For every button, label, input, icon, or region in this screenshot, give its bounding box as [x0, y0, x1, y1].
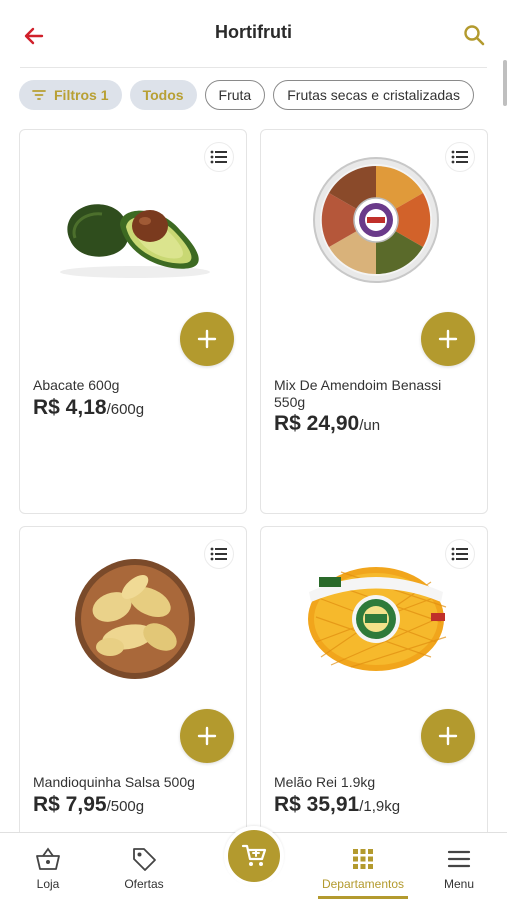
nav-label-ofertas: Ofertas	[124, 877, 164, 891]
plus-icon	[438, 329, 458, 349]
add-to-cart-button[interactable]	[180, 709, 234, 763]
chip-filters[interactable]: Filtros 1	[19, 80, 122, 110]
product-name[interactable]: Melão Rei 1.9kg	[274, 774, 469, 791]
product-unit: /600g	[106, 401, 145, 418]
product-price-row: R$ 4,18/600g	[33, 396, 144, 420]
product-price: R$ 4,18	[33, 396, 107, 419]
product-name[interactable]: Mandioquinha Salsa 500g	[33, 774, 228, 791]
add-to-cart-button[interactable]	[421, 312, 475, 366]
app-header: Hortifruti	[0, 0, 507, 68]
product-image-peanut-mix[interactable]	[291, 150, 461, 290]
product-card[interactable]: Mandioquinha Salsa 500g R$ 7,95/500g	[19, 526, 247, 846]
nav-item-menu[interactable]: Menu	[414, 845, 504, 891]
product-unit: /un	[359, 417, 381, 434]
product-price: R$ 35,91	[274, 793, 360, 816]
nav-item-loja[interactable]: Loja	[3, 845, 93, 891]
add-to-cart-button[interactable]	[180, 312, 234, 366]
cart-icon	[241, 844, 267, 866]
nav-label-departamentos: Departamentos	[321, 877, 405, 891]
menu-icon	[414, 845, 504, 873]
product-name[interactable]: Abacate 600g	[33, 377, 228, 394]
chip-fruta[interactable]: Fruta	[204, 80, 266, 110]
nav-label-loja: Loja	[36, 877, 60, 891]
product-card[interactable]: Melão Rei 1.9kg R$ 35,91/1,9kg	[260, 526, 488, 846]
chip-filters-count: 1	[100, 87, 109, 103]
plus-icon	[197, 329, 217, 349]
product-price: R$ 7,95	[33, 793, 107, 816]
active-indicator	[318, 896, 408, 899]
grid-icon	[318, 845, 408, 873]
filter-chips: Filtros 1 Todos Fruta Frutas secas e crist…	[19, 80, 507, 112]
header-divider	[20, 67, 487, 68]
nav-label-menu: Menu	[443, 877, 475, 891]
arrow-left-icon	[24, 27, 44, 45]
cart-button[interactable]	[224, 826, 284, 886]
product-image-melon[interactable]	[291, 547, 461, 687]
add-to-cart-button[interactable]	[421, 709, 475, 763]
chip-todos[interactable]: Todos	[129, 80, 197, 110]
product-price-row: R$ 35,91/1,9kg	[274, 793, 400, 817]
product-price-row: R$ 7,95/500g	[33, 793, 144, 817]
plus-icon	[197, 726, 217, 746]
product-price-row: R$ 24,90/un	[274, 412, 380, 436]
product-name[interactable]: Mix De Amendoim Benassi 550g	[274, 377, 469, 411]
tag-icon	[99, 845, 189, 873]
search-button[interactable]	[459, 20, 489, 50]
search-icon	[464, 25, 485, 46]
page-title: Hortifruti	[215, 22, 292, 42]
back-button[interactable]	[20, 22, 48, 50]
product-unit: /1,9kg	[359, 798, 401, 815]
product-card[interactable]: Mix De Amendoim Benassi 550g R$ 24,90/un	[260, 129, 488, 514]
product-card[interactable]: Abacate 600g R$ 4,18/600g	[19, 129, 247, 514]
product-image-mandioquinha[interactable]	[50, 547, 220, 687]
plus-icon	[438, 726, 458, 746]
chip-frutas-secas[interactable]: Frutas secas e cristalizadas	[273, 80, 474, 110]
nav-item-departamentos[interactable]: Departamentos	[318, 845, 408, 899]
nav-item-ofertas[interactable]: Ofertas	[99, 845, 189, 891]
chip-filters-label: Filtros	[54, 87, 97, 103]
filter-icon	[32, 89, 46, 101]
basket-icon	[3, 845, 93, 873]
product-image-avocado[interactable]	[50, 150, 220, 290]
product-unit: /500g	[106, 798, 145, 815]
product-price: R$ 24,90	[274, 412, 360, 435]
